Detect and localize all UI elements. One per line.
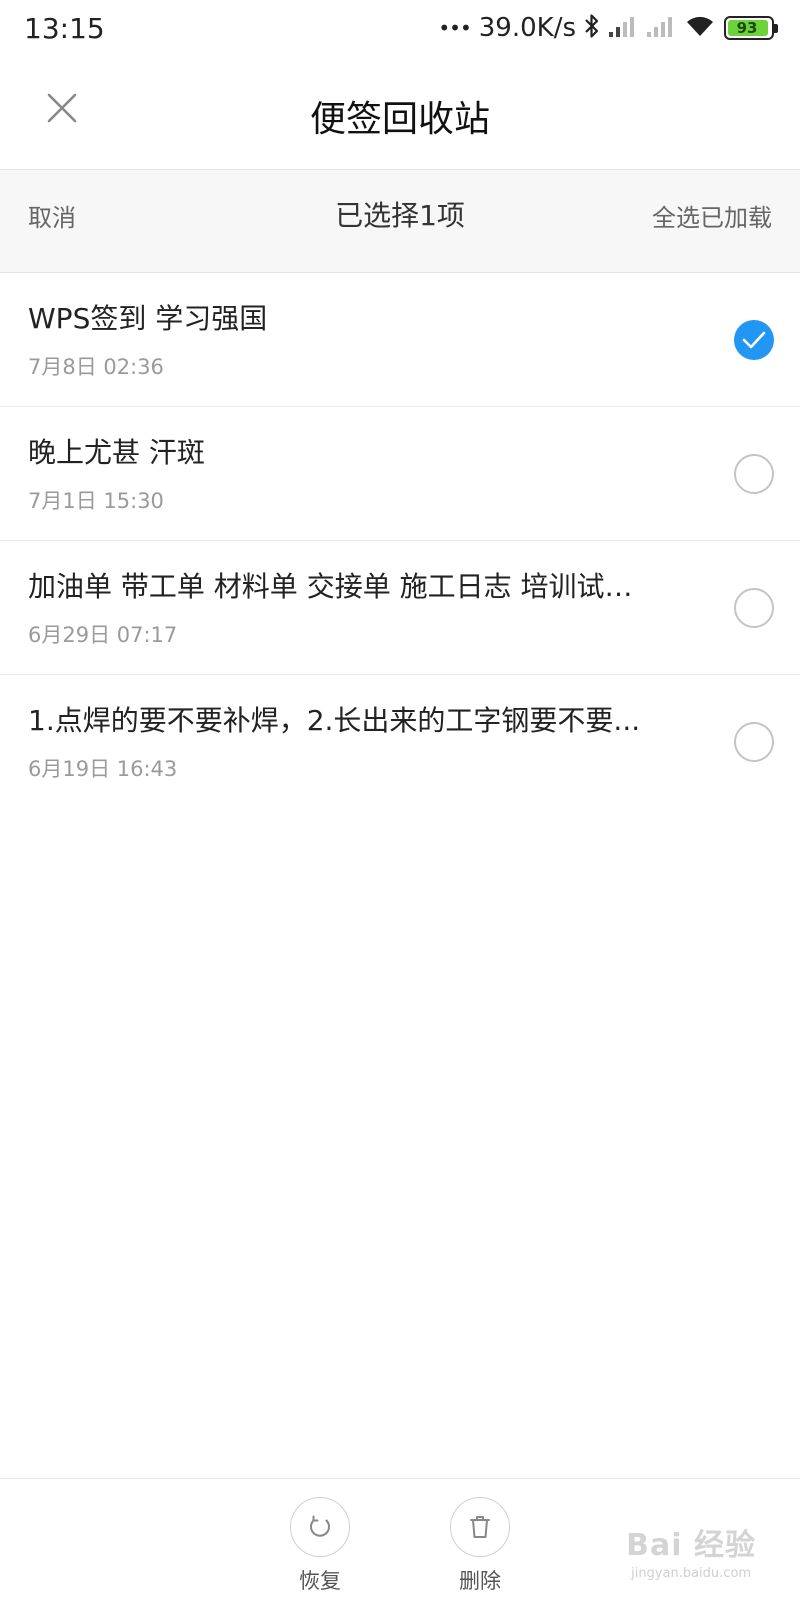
network-speed: 39.0K/s bbox=[478, 13, 576, 43]
note-date: 6月19日 16:43 bbox=[28, 757, 178, 781]
signal-icon bbox=[608, 14, 638, 42]
note-list: WPS签到 学习强国 7月8日 02:36 晚上尤甚 汗斑 7月1日 15:30… bbox=[0, 273, 800, 809]
checkbox[interactable] bbox=[734, 454, 774, 494]
watermark-main: Bai 经验 bbox=[626, 1528, 756, 1563]
checkbox[interactable] bbox=[734, 588, 774, 628]
checkbox[interactable] bbox=[734, 722, 774, 762]
note-title: WPS签到 学习强国 bbox=[28, 302, 268, 335]
restore-button[interactable]: 恢复 bbox=[280, 1497, 360, 1595]
note-date: 7月8日 02:36 bbox=[28, 355, 164, 379]
note-title: 晚上尤甚 汗斑 bbox=[28, 436, 205, 469]
checkbox-checked[interactable] bbox=[734, 320, 774, 360]
wifi-icon bbox=[684, 14, 716, 42]
restore-label: 恢复 bbox=[299, 1569, 341, 1593]
restore-icon bbox=[310, 1515, 330, 1537]
more-dots-icon: ••• bbox=[438, 16, 471, 40]
select-all-button[interactable]: 全选已加载 bbox=[652, 198, 772, 233]
list-item[interactable]: 晚上尤甚 汗斑 7月1日 15:30 bbox=[0, 407, 800, 541]
delete-label: 删除 bbox=[459, 1569, 501, 1593]
status-bar: 13:15 ••• 39.0K/s 93 bbox=[0, 0, 800, 58]
list-item[interactable]: 加油单 带工单 材料单 交接单 施工日志 培训试卷... 6月29日 07:17 bbox=[0, 541, 800, 675]
restore-icon-circle bbox=[290, 1497, 350, 1557]
delete-icon-circle bbox=[450, 1497, 510, 1557]
list-item[interactable]: WPS签到 学习强国 7月8日 02:36 bbox=[0, 273, 800, 407]
note-title: 1.点焊的要不要补焊，2.长出来的工字钢要不要... bbox=[28, 704, 641, 737]
battery-level: 93 bbox=[736, 19, 758, 37]
trash-icon bbox=[470, 1516, 490, 1538]
watermark-sub: jingyan.baidu.com bbox=[631, 1566, 752, 1581]
checkmark-icon bbox=[742, 331, 766, 349]
note-title: 加油单 带工单 材料单 交接单 施工日志 培训试卷... bbox=[28, 570, 658, 603]
list-item[interactable]: 1.点焊的要不要补焊，2.长出来的工字钢要不要... 6月19日 16:43 bbox=[0, 675, 800, 809]
page-title: 便签回收站 bbox=[309, 99, 490, 140]
bluetooth-icon bbox=[584, 13, 600, 43]
status-time: 13:15 bbox=[24, 12, 105, 45]
note-date: 7月1日 15:30 bbox=[28, 489, 164, 513]
note-date: 6月29日 07:17 bbox=[28, 623, 178, 647]
status-icons: ••• 39.0K/s 93 bbox=[438, 10, 778, 46]
selection-bar: 取消 已选择1项 全选已加载 bbox=[0, 170, 800, 273]
delete-button[interactable]: 删除 bbox=[440, 1497, 520, 1595]
watermark-logo: Bai 经验 jingyan.baidu.com bbox=[626, 1520, 756, 1581]
cancel-button[interactable]: 取消 bbox=[28, 198, 76, 233]
signal-2-icon bbox=[646, 14, 676, 42]
header: 便签回收站 bbox=[0, 58, 800, 170]
battery-icon: 93 bbox=[724, 16, 778, 40]
